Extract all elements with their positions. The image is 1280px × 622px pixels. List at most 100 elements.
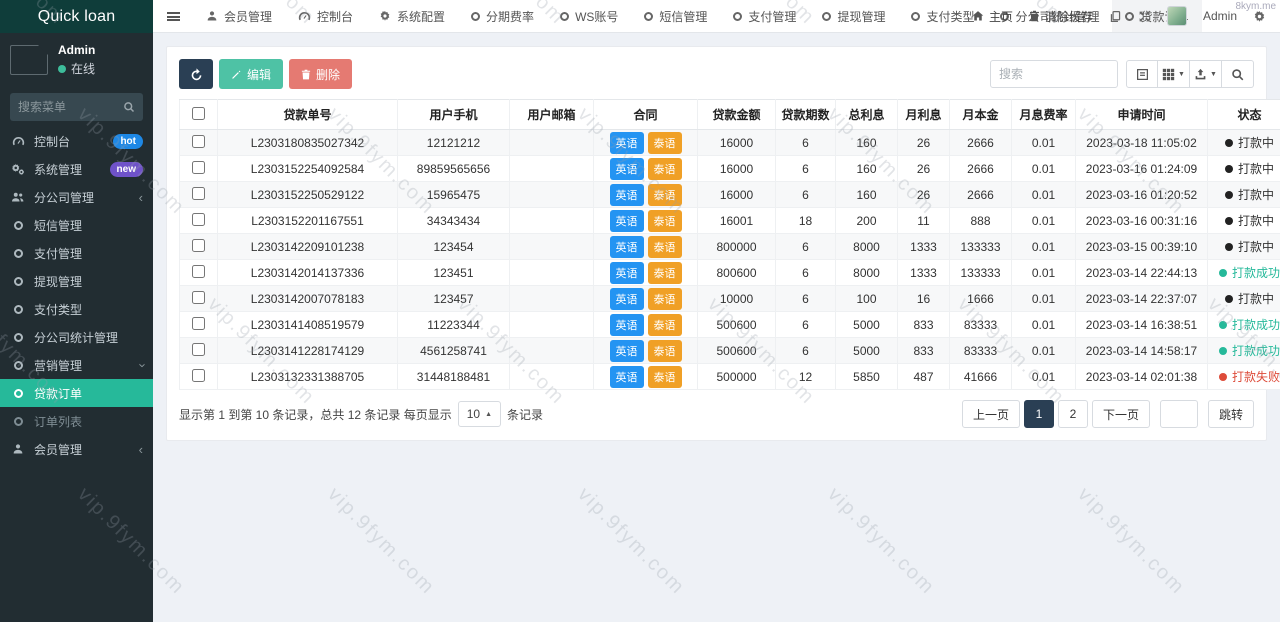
contract-thai-button[interactable]: 泰语 (648, 158, 682, 180)
contract-thai-button[interactable]: 泰语 (648, 132, 682, 154)
row-checkbox[interactable] (192, 343, 205, 356)
contract-thai-button[interactable]: 泰语 (648, 340, 682, 362)
row-checkbox[interactable] (192, 239, 205, 252)
search-toggle-button[interactable] (1222, 60, 1254, 88)
contract-cell: 英语泰语 (594, 156, 698, 182)
contract-thai-button[interactable]: 泰语 (648, 262, 682, 284)
hamburger-icon[interactable] (153, 0, 193, 32)
select-all-checkbox[interactable] (192, 107, 205, 120)
copy-icon[interactable] (1109, 10, 1122, 23)
month-interest-cell: 11 (898, 208, 950, 234)
tab-控制台[interactable]: 控制台 (285, 0, 366, 32)
pencil-icon (231, 69, 242, 80)
tab-会员管理[interactable]: 会员管理 (193, 0, 285, 32)
row-checkbox-cell (180, 338, 218, 364)
sidebar-item-营销管理[interactable]: 营销管理‹ (0, 351, 153, 379)
page-button-1[interactable]: 1 (1024, 400, 1054, 428)
row-checkbox[interactable] (192, 369, 205, 382)
fullscreen-icon[interactable] (1138, 10, 1151, 23)
total-interest-cell: 5850 (836, 364, 898, 390)
delete-button[interactable]: 删除 (289, 59, 352, 89)
contract-thai-button[interactable]: 泰语 (648, 288, 682, 310)
status-badge: 打款中 (1225, 290, 1274, 307)
contract-english-button[interactable]: 英语 (610, 184, 644, 206)
sidebar-item-分公司管理[interactable]: 分公司管理‹ (0, 183, 153, 211)
table-row: L2303142014137336123451英语泰语8006006800013… (180, 260, 1280, 286)
sidebar-item-分公司统计管理[interactable]: 分公司统计管理 (0, 323, 153, 351)
contract-thai-button[interactable]: 泰语 (648, 236, 682, 258)
row-checkbox-cell (180, 260, 218, 286)
avatar[interactable] (1167, 6, 1187, 26)
status-cell: 打款中 (1208, 182, 1280, 208)
jump-button[interactable]: 跳转 (1208, 400, 1254, 428)
periods-cell: 6 (776, 286, 836, 312)
row-checkbox[interactable] (192, 213, 205, 226)
table-search-input[interactable] (990, 60, 1118, 88)
clear-cache-link[interactable]: 清除缓存 (1029, 8, 1093, 25)
sidebar-search[interactable] (10, 93, 143, 121)
sidebar-item-会员管理[interactable]: 会员管理‹ (0, 435, 153, 463)
search-icon[interactable] (123, 101, 135, 113)
tab-系统配置[interactable]: 系统配置 (366, 0, 458, 32)
contract-english-button[interactable]: 英语 (610, 366, 644, 388)
email-cell (510, 182, 594, 208)
row-checkbox[interactable] (192, 265, 205, 278)
contract-english-button[interactable]: 英语 (610, 262, 644, 284)
page-button-2[interactable]: 2 (1058, 400, 1088, 428)
status-dot-icon (1225, 191, 1233, 199)
jump-page-input[interactable] (1160, 400, 1198, 428)
contract-english-button[interactable]: 英语 (610, 288, 644, 310)
next-page-button[interactable]: 下一页 (1092, 400, 1150, 428)
column-header-月本金: 月本金 (950, 100, 1012, 130)
sidebar-item-支付管理[interactable]: 支付管理 (0, 239, 153, 267)
refresh-button[interactable] (179, 59, 213, 89)
contract-english-button[interactable]: 英语 (610, 340, 644, 362)
sidebar-item-提现管理[interactable]: 提现管理 (0, 267, 153, 295)
tab-WS账号[interactable]: WS账号 (547, 0, 631, 32)
apply-time-cell: 2023-03-14 16:38:51 (1076, 312, 1208, 338)
sidebar-item-贷款订单[interactable]: 贷款订单 (0, 379, 153, 407)
user-icon (206, 10, 218, 22)
sidebar-search-input[interactable] (18, 100, 123, 114)
app-logo: Quick loan (0, 0, 153, 33)
order-id-cell: L2303152201167551 (218, 208, 398, 234)
contract-english-button[interactable]: 英语 (610, 314, 644, 336)
page-size-select[interactable]: 10 ▲ (458, 401, 501, 427)
contract-english-button[interactable]: 英语 (610, 236, 644, 258)
row-checkbox[interactable] (192, 187, 205, 200)
contract-english-button[interactable]: 英语 (610, 132, 644, 154)
email-cell (510, 286, 594, 312)
navbar-username[interactable]: Admin (1203, 9, 1237, 23)
columns-button[interactable]: ▼ (1158, 60, 1190, 88)
sidebar-item-短信管理[interactable]: 短信管理 (0, 211, 153, 239)
paging-toggle-button[interactable] (1126, 60, 1158, 88)
sidebar-item-支付类型[interactable]: 支付类型 (0, 295, 153, 323)
tab-提现管理[interactable]: 提现管理 (809, 0, 898, 32)
table-toolbar-buttons: ▼ ▼ (1126, 60, 1254, 88)
sidebar-item-订单列表[interactable]: 订单列表 (0, 407, 153, 435)
contract-thai-button[interactable]: 泰语 (648, 184, 682, 206)
row-checkbox-cell (180, 208, 218, 234)
contract-english-button[interactable]: 英语 (610, 210, 644, 232)
contract-english-button[interactable]: 英语 (610, 158, 644, 180)
row-checkbox[interactable] (192, 135, 205, 148)
home-link[interactable]: 主页 (972, 8, 1013, 25)
contract-thai-button[interactable]: 泰语 (648, 366, 682, 388)
tab-分期费率[interactable]: 分期费率 (458, 0, 547, 32)
row-checkbox[interactable] (192, 291, 205, 304)
contract-thai-button[interactable]: 泰语 (648, 210, 682, 232)
export-button[interactable]: ▼ (1190, 60, 1222, 88)
tab-短信管理[interactable]: 短信管理 (631, 0, 720, 32)
sidebar-item-控制台[interactable]: 控制台hot (0, 127, 153, 155)
contract-cell: 英语泰语 (594, 130, 698, 156)
contract-thai-button[interactable]: 泰语 (648, 314, 682, 336)
table-header-row: 贷款单号用户手机用户邮箱合同贷款金额贷款期数总利息月利息月本金月息费率申请时间状… (180, 100, 1280, 130)
sidebar-item-系统管理[interactable]: 系统管理new (0, 155, 153, 183)
row-checkbox-cell (180, 182, 218, 208)
row-checkbox[interactable] (192, 161, 205, 174)
circle-icon (10, 361, 26, 370)
row-checkbox[interactable] (192, 317, 205, 330)
prev-page-button[interactable]: 上一页 (962, 400, 1020, 428)
edit-button[interactable]: 编辑 (219, 59, 283, 89)
tab-支付管理[interactable]: 支付管理 (720, 0, 809, 32)
